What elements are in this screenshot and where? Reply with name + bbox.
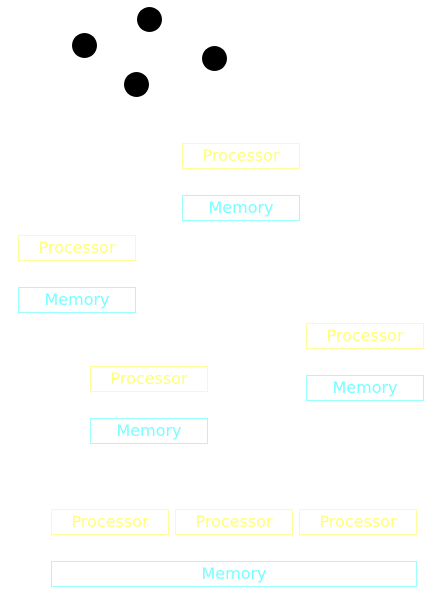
node-dot-4	[124, 72, 149, 97]
processor-label-shared-1: Processor	[71, 512, 149, 531]
processor-box-shared-1: Processor	[51, 509, 169, 535]
memory-label-d: Memory	[116, 421, 182, 440]
processor-label-d: Processor	[110, 369, 188, 388]
memory-box-a: Memory	[182, 195, 300, 221]
memory-label-b: Memory	[44, 290, 110, 309]
processor-box-d: Processor	[90, 366, 208, 392]
processor-box-a: Processor	[182, 143, 300, 169]
memory-label-a: Memory	[208, 198, 274, 217]
processor-box-c: Processor	[306, 323, 424, 349]
processor-label-shared-3: Processor	[319, 512, 397, 531]
processor-box-shared-2: Processor	[175, 509, 293, 535]
processor-label-b: Processor	[38, 238, 116, 257]
processor-label-a: Processor	[202, 146, 280, 165]
shared-memory-box: Memory	[51, 561, 417, 587]
node-dot-1	[137, 7, 162, 32]
memory-box-d: Memory	[90, 418, 208, 444]
shared-memory-label: Memory	[201, 564, 267, 583]
node-dot-3	[202, 46, 227, 71]
memory-box-c: Memory	[306, 375, 424, 401]
memory-box-b: Memory	[18, 287, 136, 313]
processor-box-b: Processor	[18, 235, 136, 261]
processor-label-shared-2: Processor	[195, 512, 273, 531]
processor-box-shared-3: Processor	[299, 509, 417, 535]
node-dot-2	[72, 33, 97, 58]
processor-label-c: Processor	[326, 326, 404, 345]
memory-label-c: Memory	[332, 378, 398, 397]
